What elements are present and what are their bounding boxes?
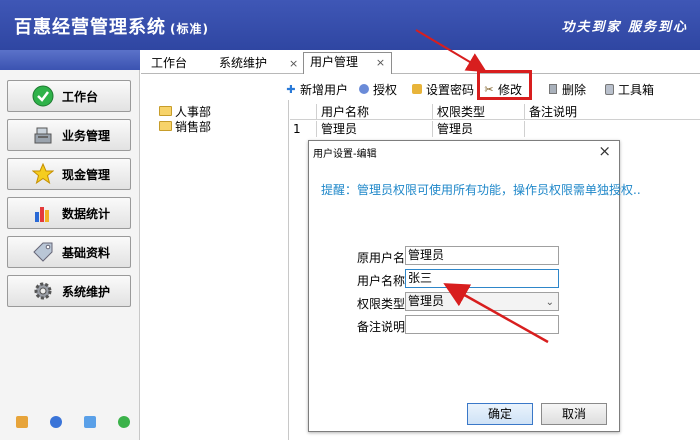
column-header-note[interactable]: 备注说明 [524, 104, 644, 120]
app-edition: (标准) [170, 22, 209, 36]
lock-icon [411, 83, 423, 95]
left-nav-strip [0, 50, 140, 70]
nav-label: 数据统计 [62, 206, 111, 221]
table-row[interactable]: 1 管理员 管理员 [290, 121, 700, 137]
chevron-down-icon: ⌄ [545, 297, 554, 308]
tab-label: 用户管理 [310, 55, 359, 69]
dialog-close-icon[interactable]: × [598, 142, 611, 160]
annotation-highlight-box [477, 70, 532, 100]
cancel-button[interactable]: 取消 [541, 403, 607, 425]
nav-button-workbench[interactable]: 工作台 [7, 80, 131, 112]
tab-workbench[interactable]: 工作台 [151, 54, 187, 74]
delete-label: 删除 [562, 82, 587, 97]
bottom-icon-bar [16, 416, 130, 428]
add-user-button[interactable]: ✚ 新增用户 [285, 80, 348, 98]
authorize-icon [358, 83, 370, 95]
star-icon [32, 163, 54, 185]
app-header: 百惠经营管理系统 (标准) 功夫到家 服务到心 [0, 0, 700, 50]
original-username-label: 原用户名 [356, 251, 405, 265]
original-username-field[interactable]: 管理员 [405, 246, 559, 265]
note-field[interactable] [405, 315, 559, 334]
note-label: 备注说明 [356, 320, 405, 334]
window-icon[interactable] [84, 416, 96, 428]
nav-label: 现金管理 [62, 167, 111, 182]
toolbox-label: 工具箱 [618, 82, 655, 97]
nav-label: 系统维护 [62, 284, 111, 299]
role-type-label: 权限类型 [356, 297, 405, 311]
tag-icon [32, 241, 54, 263]
tree-item-sales[interactable]: 销售部 [159, 119, 212, 134]
authorize-label: 授权 [373, 82, 398, 97]
username-label: 用户名称 [356, 274, 405, 288]
nav-button-system-maintenance[interactable]: 系统维护 [7, 275, 131, 307]
tab-user-management[interactable]: 用户管理 × [303, 52, 393, 74]
username-field[interactable]: 张三 [405, 269, 559, 288]
set-password-button[interactable]: 设置密码 [411, 80, 474, 98]
column-header-username[interactable]: 用户名称 [316, 104, 406, 120]
user-edit-dialog: 用户设置-编辑 × 提醒：管理员权限可使用所有功能，操作员权限需单独授权.. 原… [308, 140, 641, 432]
authorize-button[interactable]: 授权 [358, 80, 397, 98]
grid-header: 用户名称 权限类型 备注说明 [290, 104, 700, 120]
toolbar: ✚ 新增用户 授权 设置密码 ✂ 修改 删除 工具箱 [141, 76, 700, 100]
tab-close-icon[interactable]: × [289, 57, 298, 70]
left-nav-panel: 工作台 业务管理 现金管理 数据统计 基础资料 系统维护 [0, 50, 140, 440]
role-type-select[interactable]: 管理员 ⌄ [405, 292, 559, 311]
clock-icon[interactable] [50, 416, 62, 428]
delete-button[interactable]: 删除 [547, 80, 586, 98]
trash-icon [547, 83, 559, 95]
cash-register-icon [32, 124, 54, 146]
toolbox-icon [603, 83, 615, 95]
column-header-role[interactable]: 权限类型 [432, 104, 522, 120]
check-circle-icon [32, 85, 54, 107]
nav-button-statistics[interactable]: 数据统计 [7, 197, 131, 229]
cell-note [524, 121, 644, 137]
folder-icon [159, 106, 172, 116]
row-index: 1 [293, 122, 301, 136]
department-tree: 人事部 销售部 [141, 100, 289, 440]
ok-button[interactable]: 确定 [467, 403, 533, 425]
nav-label: 工作台 [62, 89, 99, 104]
tree-item-label: 销售部 [175, 119, 212, 134]
app-title-text: 百惠经营管理系统 [14, 17, 166, 38]
nav-button-business[interactable]: 业务管理 [7, 119, 131, 151]
tab-system-maintenance[interactable]: 系统维护 [219, 54, 267, 74]
nav-label: 基础资料 [62, 245, 111, 260]
plus-icon: ✚ [286, 82, 296, 96]
edit-icon[interactable] [16, 416, 28, 428]
tree-item-hr[interactable]: 人事部 [159, 104, 211, 119]
gear-icon [32, 280, 54, 302]
nav-button-cash[interactable]: 现金管理 [7, 158, 131, 190]
bar-chart-icon [32, 202, 54, 224]
nav-label: 业务管理 [62, 128, 111, 143]
tab-close-icon[interactable]: × [376, 56, 385, 69]
tab-bar: 工作台 系统维护 × 用户管理 × [141, 50, 700, 74]
app-slogan: 功夫到家 服务到心 [561, 20, 688, 35]
dialog-hint: 提醒：管理员权限可使用所有功能，操作员权限需单独授权.. [321, 183, 641, 197]
add-user-label: 新增用户 [300, 82, 349, 97]
cell-role: 管理员 [432, 121, 522, 137]
set-password-label: 设置密码 [426, 82, 475, 97]
dialog-title: 用户设置-编辑 [313, 149, 377, 160]
folder-icon [159, 121, 172, 131]
toolbox-button[interactable]: 工具箱 [603, 80, 654, 98]
role-type-value: 管理员 [408, 294, 445, 308]
cell-username: 管理员 [316, 121, 406, 137]
refresh-icon[interactable] [118, 416, 130, 428]
app-title: 百惠经营管理系统 (标准) [14, 13, 209, 39]
nav-button-basic-data[interactable]: 基础资料 [7, 236, 131, 268]
